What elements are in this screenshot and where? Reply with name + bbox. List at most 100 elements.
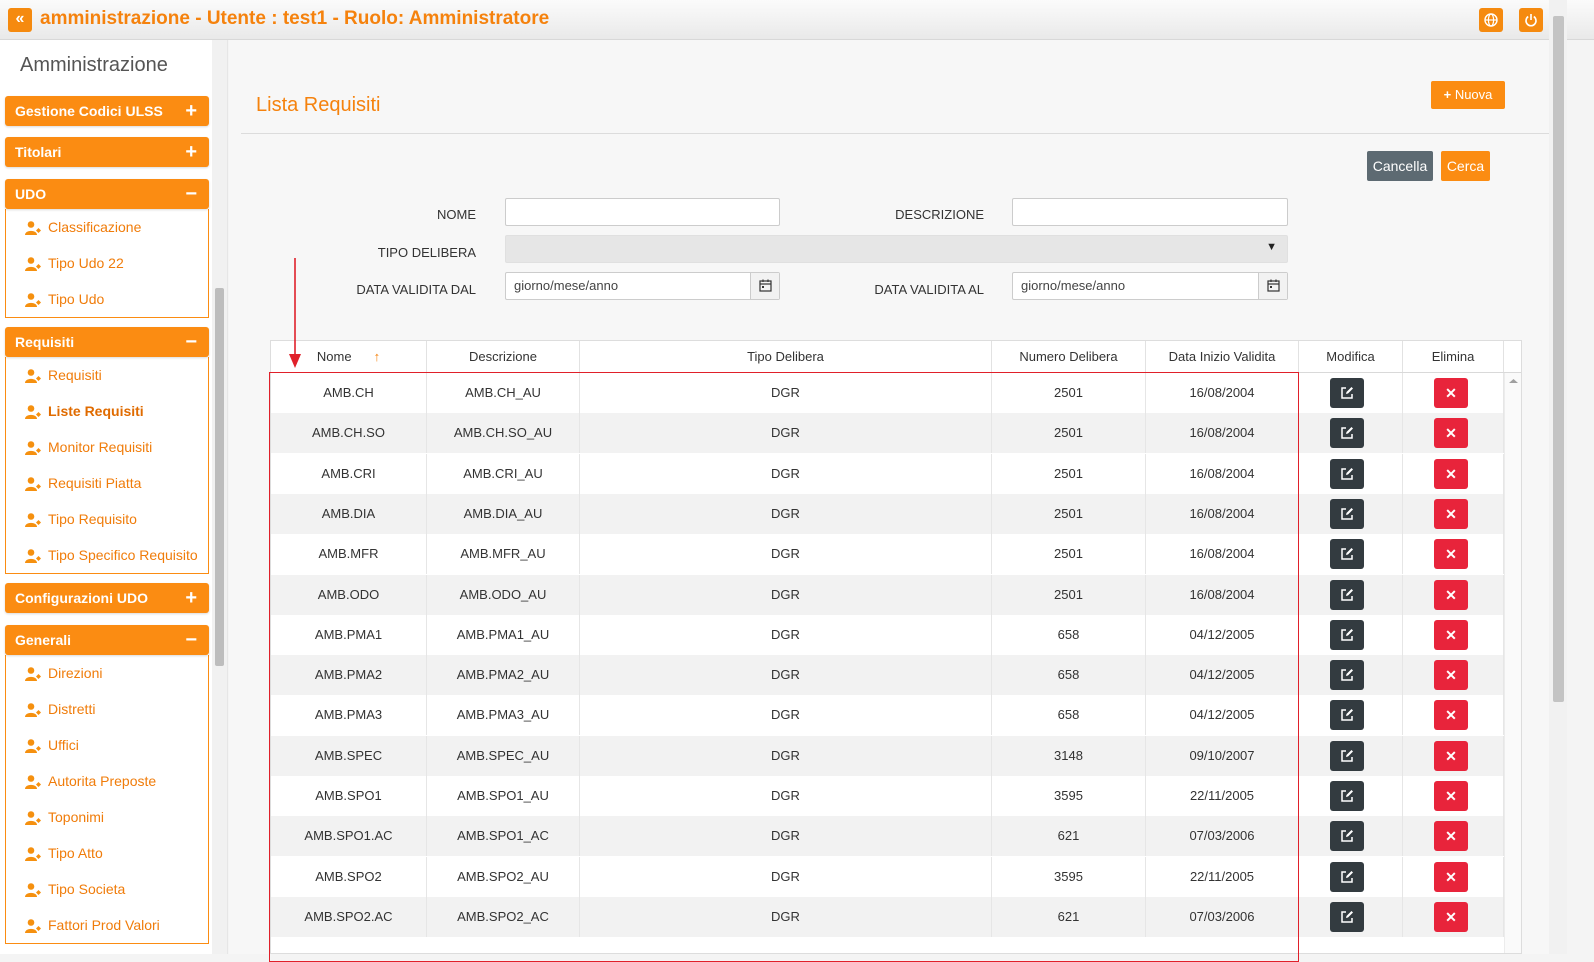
sidebar-item-uffici[interactable]: Uffici bbox=[6, 727, 208, 763]
cancel-button[interactable]: Cancella bbox=[1367, 151, 1433, 181]
sidebar-item-fattori-prod-valori[interactable]: Fattori Prod Valori bbox=[6, 907, 208, 943]
column-header-elimina[interactable]: Elimina bbox=[1403, 341, 1504, 372]
column-header-label: Modifica bbox=[1326, 349, 1375, 364]
table-row: AMB.SPO2 AMB.SPO2_AU DGR 3595 22/11/2005 ✕ bbox=[271, 856, 1504, 897]
edit-icon bbox=[1341, 507, 1353, 520]
delete-button[interactable]: ✕ bbox=[1434, 700, 1468, 731]
edit-button[interactable] bbox=[1330, 781, 1364, 811]
edit-button[interactable] bbox=[1330, 458, 1364, 489]
edit-button[interactable] bbox=[1330, 821, 1364, 852]
table-cell-tipo-delibera: DGR bbox=[580, 856, 992, 897]
delete-button[interactable]: ✕ bbox=[1434, 740, 1468, 771]
delete-button[interactable]: ✕ bbox=[1434, 418, 1468, 449]
sidebar-item-tipo-udo[interactable]: Tipo Udo bbox=[6, 281, 208, 317]
delete-button[interactable]: ✕ bbox=[1434, 619, 1468, 650]
sidebar-item-direzioni[interactable]: Direzioni bbox=[6, 655, 208, 691]
tipo-delibera-select[interactable]: ▼ bbox=[505, 235, 1288, 263]
sidebar-item-tipo-societa[interactable]: Tipo Societa bbox=[6, 871, 208, 907]
data-validita-al-input[interactable]: giorno/mese/anno bbox=[1012, 272, 1288, 300]
table-cell-tipo-delibera: DGR bbox=[580, 735, 992, 776]
globe-icon[interactable] bbox=[1479, 8, 1503, 32]
edit-button[interactable] bbox=[1330, 579, 1364, 610]
sidebar-group-header[interactable]: Configurazioni UDO + bbox=[5, 583, 209, 613]
close-icon: ✕ bbox=[1445, 747, 1457, 764]
sidebar-item-liste-requisiti[interactable]: Liste Requisiti bbox=[6, 393, 208, 429]
column-header-data-inizio-validita[interactable]: Data Inizio Validita bbox=[1146, 341, 1299, 372]
expand-icon[interactable]: + bbox=[185, 137, 197, 167]
sidebar-item-tipo-specifico-requisito[interactable]: Tipo Specifico Requisito bbox=[6, 537, 208, 573]
delete-button[interactable]: ✕ bbox=[1434, 458, 1468, 489]
new-button[interactable]: + Nuova bbox=[1431, 81, 1505, 109]
edit-button[interactable] bbox=[1330, 740, 1364, 771]
table-cell-modifica bbox=[1299, 574, 1403, 615]
collapse-icon[interactable]: − bbox=[185, 625, 197, 655]
calendar-icon[interactable] bbox=[1258, 273, 1287, 299]
sidebar-item-tipo-udo-22[interactable]: Tipo Udo 22 bbox=[6, 245, 208, 281]
user-icon bbox=[25, 293, 41, 308]
table-cell-modifica bbox=[1299, 373, 1403, 413]
sidebar-scrollbar-thumb[interactable] bbox=[215, 288, 224, 666]
delete-button[interactable]: ✕ bbox=[1434, 539, 1468, 570]
edit-button[interactable] bbox=[1330, 378, 1364, 408]
sidebar-group-header[interactable]: Generali − bbox=[5, 625, 209, 655]
calendar-icon[interactable] bbox=[750, 273, 779, 299]
sidebar-group-header[interactable]: Gestione Codici ULSS + bbox=[5, 96, 209, 126]
sidebar-item-monitor-requisiti[interactable]: Monitor Requisiti bbox=[6, 429, 208, 465]
delete-button[interactable]: ✕ bbox=[1434, 498, 1468, 529]
sidebar-item-distretti[interactable]: Distretti bbox=[6, 691, 208, 727]
collapse-icon[interactable]: − bbox=[185, 327, 197, 357]
delete-button[interactable]: ✕ bbox=[1434, 861, 1468, 892]
sidebar-item-classificazione[interactable]: Classificazione bbox=[6, 209, 208, 245]
edit-button[interactable] bbox=[1330, 861, 1364, 892]
edit-button[interactable] bbox=[1330, 700, 1364, 731]
power-icon[interactable] bbox=[1519, 8, 1543, 32]
descrizione-input[interactable] bbox=[1012, 198, 1288, 226]
collapse-icon[interactable]: − bbox=[185, 179, 197, 209]
sidebar-item-requisiti-piatta[interactable]: Requisiti Piatta bbox=[6, 465, 208, 501]
edit-button[interactable] bbox=[1330, 498, 1364, 529]
data-validita-dal-input[interactable]: giorno/mese/anno bbox=[505, 272, 780, 300]
edit-button[interactable] bbox=[1330, 660, 1364, 691]
column-header-numero-delibera[interactable]: Numero Delibera bbox=[992, 341, 1146, 372]
table-cell-data-inizio-validita: 16/08/2004 bbox=[1146, 574, 1299, 615]
expand-icon[interactable]: + bbox=[185, 96, 197, 126]
edit-icon bbox=[1341, 467, 1353, 480]
user-icon bbox=[25, 775, 41, 790]
delete-button[interactable]: ✕ bbox=[1434, 821, 1468, 852]
sidebar-group-header[interactable]: Titolari + bbox=[5, 137, 209, 167]
sidebar-item-toponimi[interactable]: Toponimi bbox=[6, 799, 208, 835]
sidebar-item-tipo-atto[interactable]: Tipo Atto bbox=[6, 835, 208, 871]
sidebar-item-autorita-preposte[interactable]: Autorita Preposte bbox=[6, 763, 208, 799]
delete-button[interactable]: ✕ bbox=[1434, 579, 1468, 610]
table-cell-nome: AMB.SPO2.AC bbox=[271, 896, 427, 937]
sidebar-item-requisiti[interactable]: Requisiti bbox=[6, 357, 208, 393]
table-scrollbar[interactable] bbox=[1504, 373, 1522, 953]
search-button[interactable]: Cerca bbox=[1441, 151, 1490, 181]
column-header-tipo-delibera[interactable]: Tipo Delibera bbox=[580, 341, 992, 372]
collapse-menu-button[interactable]: « bbox=[8, 8, 32, 32]
edit-button[interactable] bbox=[1330, 901, 1364, 932]
user-icon bbox=[25, 667, 41, 682]
sidebar-item-tipo-requisito[interactable]: Tipo Requisito bbox=[6, 501, 208, 537]
edit-button[interactable] bbox=[1330, 619, 1364, 650]
delete-button[interactable]: ✕ bbox=[1434, 660, 1468, 691]
table-cell-nome: AMB.SPEC bbox=[271, 735, 427, 776]
nome-input[interactable] bbox=[505, 198, 780, 226]
page-scrollbar-thumb[interactable] bbox=[1553, 16, 1564, 702]
expand-icon[interactable]: + bbox=[185, 583, 197, 613]
close-icon: ✕ bbox=[1445, 425, 1457, 442]
edit-button[interactable] bbox=[1330, 418, 1364, 449]
close-icon: ✕ bbox=[1445, 868, 1457, 885]
column-header-descrizione[interactable]: Descrizione bbox=[427, 341, 580, 372]
scroll-up-icon[interactable] bbox=[1505, 376, 1522, 386]
delete-button[interactable]: ✕ bbox=[1434, 901, 1468, 932]
delete-button[interactable]: ✕ bbox=[1434, 378, 1468, 408]
data-validita-al-label: DATA VALIDITA AL bbox=[874, 282, 984, 297]
caret-down-icon: ▼ bbox=[1266, 241, 1277, 253]
edit-button[interactable] bbox=[1330, 539, 1364, 570]
sidebar-group-header[interactable]: UDO − bbox=[5, 179, 209, 209]
column-header-modifica[interactable]: Modifica bbox=[1299, 341, 1403, 372]
sidebar-group-header[interactable]: Requisiti − bbox=[5, 327, 209, 357]
delete-button[interactable]: ✕ bbox=[1434, 781, 1468, 811]
close-icon: ✕ bbox=[1445, 707, 1457, 724]
